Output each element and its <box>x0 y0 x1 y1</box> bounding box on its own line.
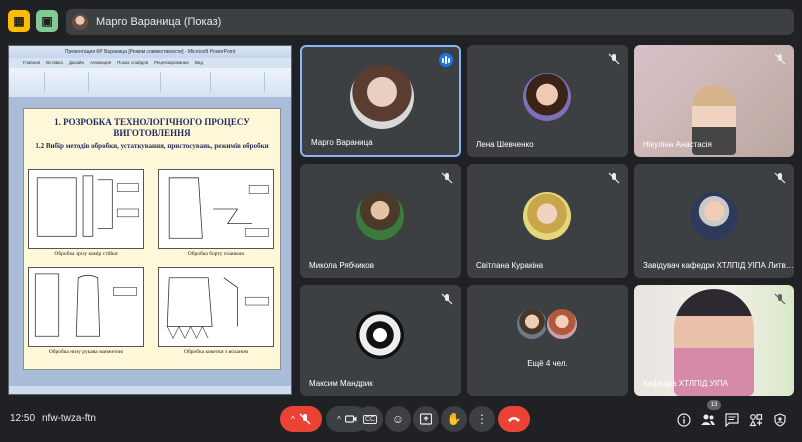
participant-tile[interactable]: Світлана Куракіна <box>467 164 628 278</box>
participant-avatar <box>356 311 404 359</box>
slide: 1. РОЗРОБКА ТЕХНОЛОГІЧНОГО ПРОЦЕСУ ВИГОТ… <box>23 108 281 370</box>
clock: 12:50 <box>10 413 36 424</box>
present-button[interactable] <box>413 406 439 432</box>
mic-off-icon <box>608 172 620 184</box>
meeting-code: nfw-twza-ftn <box>42 413 96 424</box>
speaking-indicator-icon <box>439 53 453 67</box>
activities-icon[interactable] <box>748 412 764 428</box>
presenter-avatar <box>72 14 88 30</box>
layout-icon[interactable]: ▣ <box>36 10 58 32</box>
participant-count-badge: 13 <box>707 400 721 410</box>
reactions-button[interactable]: ☺ <box>385 406 411 432</box>
slide-title: 1. РОЗРОБКА ТЕХНОЛОГІЧНОГО ПРОЦЕСУ ВИГОТ… <box>24 117 280 139</box>
participant-avatar <box>356 192 404 240</box>
captions-button[interactable]: CC <box>357 406 383 432</box>
mic-off-icon <box>774 172 786 184</box>
presenter-label: Марго Вараница (Показ) <box>96 16 222 28</box>
participant-tile[interactable]: Марго Вараница <box>300 45 461 157</box>
chevron-up-icon[interactable]: ^ <box>291 415 295 424</box>
info-icon[interactable] <box>676 412 692 428</box>
participant-name: Максим Мандрик <box>309 379 373 388</box>
present-now-icon[interactable]: ▦ <box>8 10 30 32</box>
more-participants-tile[interactable]: Ещё 4 чел. <box>467 285 628 396</box>
chevron-up-icon[interactable]: ^ <box>337 415 341 424</box>
participant-name: Микола Рябчиков <box>309 261 374 270</box>
phone-hangup-icon <box>508 417 520 422</box>
leave-call-button[interactable] <box>498 406 530 432</box>
ppt-tab: Вид <box>194 60 204 65</box>
slide-subtitle: 1.2 Вибір методів обробки, устаткування,… <box>35 142 269 150</box>
mic-off-icon <box>441 293 453 305</box>
participant-name: Лена Шевченко <box>476 140 534 149</box>
people-icon[interactable] <box>700 412 716 428</box>
presenter-banner[interactable]: Марго Вараница (Показ) <box>66 9 794 35</box>
figure-cuff <box>28 267 144 347</box>
ppt-window-title: Презентация КР Вараница [Режим совместим… <box>9 46 291 58</box>
chat-icon[interactable] <box>724 412 740 428</box>
participant-name: Завідувач кафедри ХТЛПІД УІПА Литв… <box>643 261 794 270</box>
figure-placket <box>158 169 274 249</box>
ppt-status-bar <box>9 386 291 394</box>
participant-tile[interactable]: Микола Рябчиков <box>300 164 461 278</box>
participant-tile[interactable]: Кафедра ХТЛПІД УІПА <box>634 285 794 396</box>
participant-avatar <box>515 307 549 341</box>
meet-window: ▦ ▣ Марго Вараница (Показ) Презентация К… <box>0 0 802 442</box>
participant-avatar <box>545 307 579 341</box>
figure-collar <box>28 169 144 249</box>
more-vert-icon: ⋮ <box>476 412 488 426</box>
mic-off-icon <box>774 293 786 305</box>
participant-tile[interactable]: Нікуліна Анастасія <box>634 45 794 157</box>
participant-tile[interactable]: Завідувач кафедри ХТЛПІД УІПА Литв… <box>634 164 794 278</box>
ppt-ribbon-tabs: Главная Вставка Дизайн Анимация Показ сл… <box>9 58 291 68</box>
slide-title-line2: ВИГОТОВЛЕННЯ <box>113 128 191 138</box>
captions-icon: CC <box>362 414 378 424</box>
caption-1: Обробка зрізу комір стійки <box>54 251 118 257</box>
slide-title-line1: 1. РОЗРОБКА ТЕХНОЛОГІЧНОГО ПРОЦЕСУ <box>54 117 250 127</box>
participant-tile[interactable]: Лена Шевченко <box>467 45 628 157</box>
ppt-tab: Показ слайдов <box>117 60 149 65</box>
shared-screen: Презентация КР Вараница [Режим совместим… <box>8 45 292 395</box>
emoji-icon: ☺ <box>391 412 405 426</box>
present-screen-icon <box>420 413 432 425</box>
participant-avatar <box>690 192 738 240</box>
caption-3: Обробка низу рукава манжетою <box>48 349 124 355</box>
more-options-button[interactable]: ⋮ <box>469 406 495 432</box>
participant-name: Кафедра ХТЛПІД УІПА <box>643 379 729 388</box>
participant-name: Світлана Куракіна <box>476 261 544 270</box>
caption-2: Обробка борту планкою <box>187 251 245 257</box>
ppt-slide-area: 1. РОЗРОБКА ТЕХНОЛОГІЧНОГО ПРОЦЕСУ ВИГОТ… <box>9 98 291 388</box>
microphone-button[interactable]: ^ <box>280 406 322 432</box>
mic-off-icon <box>299 413 311 425</box>
mic-off-icon <box>441 172 453 184</box>
participant-avatar <box>523 73 571 121</box>
ppt-tab: Анимация <box>90 60 112 65</box>
figure-yoke <box>158 267 274 347</box>
mic-off-icon <box>774 53 786 65</box>
raise-hand-button[interactable]: ✋ <box>441 406 467 432</box>
participant-avatar <box>523 192 571 240</box>
ppt-tab: Вставка <box>46 60 63 65</box>
caption-4: Обробка кокетки з воланом <box>183 349 249 355</box>
ppt-tab: Рецензирование <box>154 60 189 65</box>
participant-avatar <box>350 65 414 129</box>
participant-tile[interactable]: Максим Мандрик <box>300 285 461 396</box>
participant-name: Марго Вараница <box>311 138 373 147</box>
participant-name: Нікуліна Анастасія <box>643 140 712 149</box>
hand-icon: ✋ <box>446 412 462 426</box>
host-controls-icon[interactable] <box>772 412 788 428</box>
more-participants-label: Ещё 4 чел. <box>527 359 568 368</box>
camera-icon <box>344 415 357 423</box>
ppt-ribbon <box>9 68 291 98</box>
ppt-tab: Главная <box>23 60 41 65</box>
ppt-tab: Дизайн <box>68 60 85 65</box>
mic-off-icon <box>608 53 620 65</box>
